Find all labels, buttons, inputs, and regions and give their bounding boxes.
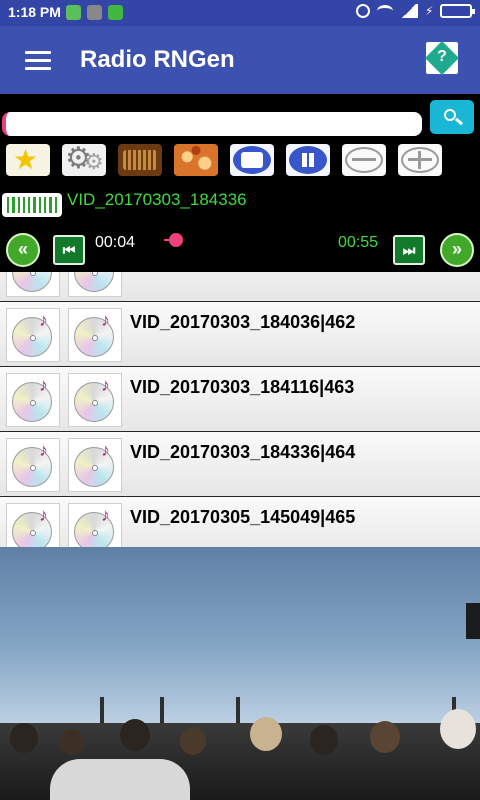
- cd-music-icon: ♪: [68, 438, 122, 492]
- status-icons: ⚡: [356, 4, 475, 18]
- list-item[interactable]: ♪ ♪: [0, 272, 480, 301]
- app-notification-icon: [66, 5, 81, 20]
- cd-music-icon: ♪: [68, 503, 122, 547]
- signal-icon: [400, 4, 418, 18]
- track-label: VID_20170303_184036|462: [130, 312, 356, 332]
- android-notification-icon: [87, 5, 102, 20]
- list-item[interactable]: ♪ ♪ VID_20170303_184036|462: [0, 301, 480, 366]
- video-preview-image[interactable]: [0, 547, 480, 800]
- cd-music-icon: ♪: [68, 308, 122, 362]
- search-input[interactable]: [2, 112, 422, 136]
- favorites-button[interactable]: ★: [6, 144, 50, 176]
- wifi-icon: [377, 5, 393, 17]
- list-item[interactable]: ♪ ♪ VID_20170305_145049|465: [0, 496, 480, 547]
- random-generator-button[interactable]: [174, 144, 218, 176]
- small-gear-icon: ⚙: [84, 149, 104, 174]
- track-list[interactable]: ♪ ♪ ♪ ♪ VID_20170303_184036|462 ♪ ♪ VID_…: [0, 272, 480, 547]
- rewind-button[interactable]: «: [6, 233, 40, 267]
- level-meter: [2, 193, 62, 217]
- cd-music-icon: ♪: [6, 438, 60, 492]
- cd-music-icon: ♪: [68, 373, 122, 427]
- download-notification-icon: [108, 5, 123, 20]
- charging-icon: ⚡: [425, 4, 434, 18]
- settings-button[interactable]: ⚙ ⚙: [62, 144, 106, 176]
- help-button[interactable]: ?: [425, 41, 459, 75]
- pause-button[interactable]: [286, 144, 330, 176]
- track-label: VID_20170303_184336|464: [130, 442, 356, 462]
- fast-forward-button[interactable]: »: [440, 233, 474, 267]
- cd-music-icon: ♪: [6, 503, 60, 547]
- battery-icon: [440, 4, 475, 18]
- speaker-shape: [466, 603, 480, 639]
- elapsed-time: 00:04: [95, 234, 136, 251]
- radio-button[interactable]: [118, 144, 162, 176]
- double-chevron-left-icon: «: [17, 239, 28, 259]
- previous-track-button[interactable]: ⏮: [53, 235, 85, 265]
- alarm-icon: [356, 4, 370, 18]
- app-title: Radio RNGen: [80, 46, 235, 73]
- list-item[interactable]: ♪ ♪ VID_20170303_184336|464: [0, 431, 480, 496]
- volume-up-button[interactable]: [398, 144, 442, 176]
- status-bar: 1:18 PM ⚡: [0, 0, 480, 26]
- track-label: VID_20170303_184116|463: [130, 377, 355, 397]
- cd-music-icon: ♪: [68, 272, 122, 297]
- skip-previous-icon: ⏮: [62, 242, 76, 258]
- list-item[interactable]: ♪ ♪ VID_20170303_184116|463: [0, 366, 480, 431]
- seek-slider-thumb[interactable]: [164, 233, 183, 247]
- minus-icon: [352, 158, 376, 161]
- track-label: VID_20170305_145049|465: [130, 507, 356, 527]
- cd-music-icon: ♪: [6, 272, 60, 297]
- next-track-button[interactable]: ⏭: [393, 235, 425, 265]
- double-chevron-right-icon: »: [451, 239, 462, 259]
- menu-icon[interactable]: [25, 51, 51, 70]
- star-icon: ★: [13, 144, 39, 175]
- player-panel: ★ ⚙ ⚙ VID_20170303_184336 « ⏮ 00:04 00:5…: [0, 94, 480, 272]
- total-duration: 00:55: [338, 234, 379, 251]
- app-bar: Radio RNGen ?: [0, 26, 480, 94]
- skip-next-icon: ⏭: [402, 242, 416, 258]
- now-playing-title: VID_20170303_184336: [67, 190, 247, 209]
- search-button[interactable]: [430, 100, 474, 134]
- stop-button[interactable]: [230, 144, 274, 176]
- status-time: 1:18 PM: [8, 4, 61, 20]
- radio-icon: [123, 150, 157, 170]
- fractal-icon: [174, 144, 218, 176]
- cd-music-icon: ♪: [6, 308, 60, 362]
- cd-music-icon: ♪: [6, 373, 60, 427]
- stop-icon: [241, 152, 263, 168]
- pause-icon: [302, 153, 307, 167]
- volume-down-button[interactable]: [342, 144, 386, 176]
